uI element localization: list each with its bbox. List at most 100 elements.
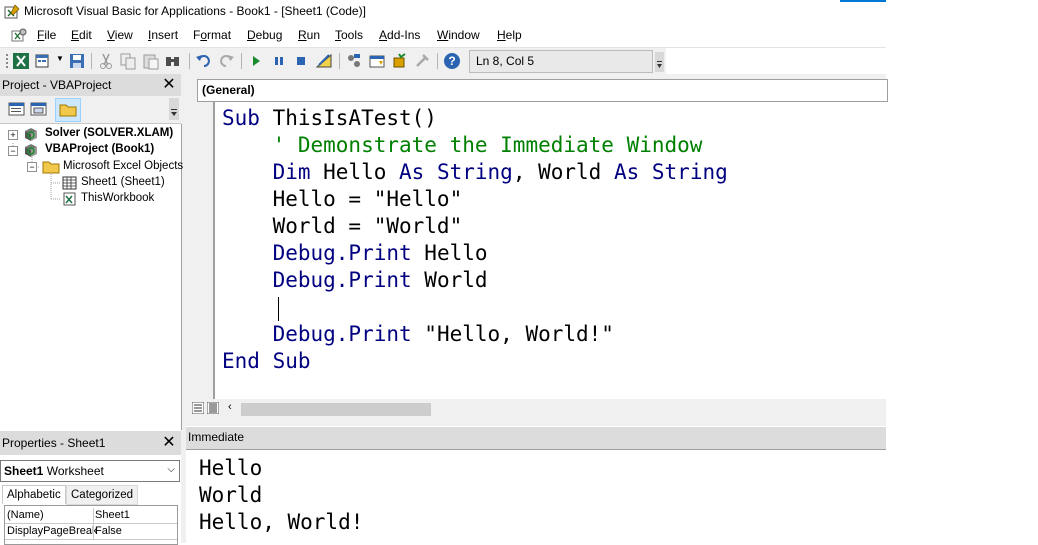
toolbox-icon[interactable]	[414, 52, 432, 70]
tree-item-vbaproject[interactable]: VBAProject (Book1)	[45, 143, 154, 155]
code-text: Hello = "Hello"	[222, 187, 463, 211]
toolbar-separator	[91, 53, 92, 69]
project-pane-title: Project - VBAProject	[2, 78, 112, 92]
property-name: (Name)	[7, 509, 44, 521]
title-bar: Microsoft Visual Basic for Applications …	[0, 0, 886, 24]
reset-icon[interactable]	[292, 52, 310, 70]
immediate-pane-header: Immediate	[186, 427, 886, 449]
code-text: Hello	[323, 160, 400, 184]
expand-solver-icon[interactable]: +	[8, 130, 18, 140]
save-icon[interactable]	[68, 52, 86, 70]
code-line: End Sub	[222, 348, 311, 375]
properties-object-select-value: Sheet1 Worksheet	[4, 464, 104, 478]
toolbar-grip-icon[interactable]	[4, 52, 10, 70]
text-caret	[278, 297, 279, 321]
menu-debug[interactable]: Debug	[247, 28, 282, 42]
insert-module-icon[interactable]	[34, 52, 52, 70]
property-name: DisplayPageBreak	[7, 525, 98, 537]
vba-project-icon	[25, 128, 37, 141]
project-tree: + Solver (SOLVER.XLAM) − VBAProject (Boo…	[0, 124, 183, 430]
collapse-vbaproject-icon[interactable]: −	[8, 146, 18, 156]
menu-bar: File Edit View Insert Format Debug Run T…	[0, 24, 886, 48]
toolbar-separator	[339, 53, 340, 69]
help-icon[interactable]: ?	[443, 52, 461, 70]
project-explorer-icon[interactable]	[345, 52, 363, 70]
view-code-icon[interactable]	[8, 101, 26, 117]
menu-run[interactable]: Run	[298, 28, 320, 42]
menu-tools[interactable]: Tools	[335, 28, 363, 42]
immediate-output-line: Hello	[199, 456, 263, 480]
properties-pane-title: Properties - Sheet1	[2, 436, 106, 450]
property-row[interactable]: (Name) Sheet1	[5, 508, 177, 524]
object-browser-icon[interactable]	[391, 52, 409, 70]
menu-file[interactable]: File	[37, 28, 56, 42]
properties-object-select[interactable]: Sheet1 Worksheet ⌵	[0, 460, 180, 482]
code-line: Hello = "Hello"	[222, 186, 463, 213]
copy-icon[interactable]	[119, 52, 137, 70]
tree-item-solver[interactable]: Solver (SOLVER.XLAM)	[45, 127, 173, 139]
object-select-value: (General)	[202, 83, 255, 97]
insert-dropdown-arrow-icon[interactable]: ▼	[56, 54, 64, 63]
code-keyword: As String	[613, 160, 728, 184]
design-mode-icon[interactable]	[315, 52, 333, 70]
immediate-output-line: Hello, World!	[199, 510, 364, 534]
view-excel-icon[interactable]	[12, 52, 30, 70]
find-icon[interactable]	[164, 52, 182, 70]
code-text: "Hello, World!"	[411, 322, 614, 346]
property-row[interactable]: DisplayPageBreak False	[5, 524, 177, 540]
tab-alphabetic[interactable]: Alphabetic	[2, 485, 66, 504]
collapse-excel-objects-icon[interactable]: −	[27, 162, 37, 172]
toolbar-separator	[241, 53, 242, 69]
property-value[interactable]: Sheet1	[95, 509, 130, 521]
cursor-position-readout: Ln 8, Col 5	[469, 50, 653, 73]
code-text: , World	[512, 160, 614, 184]
menu-add-ins[interactable]: Add-Ins	[379, 28, 420, 42]
vba-project-icon	[25, 144, 37, 157]
toggle-folders-button[interactable]	[55, 98, 81, 122]
tree-item-sheet1[interactable]: Sheet1 (Sheet1)	[81, 176, 165, 188]
full-module-view-icon[interactable]	[207, 402, 219, 414]
view-object-icon[interactable]	[30, 101, 48, 117]
toolbar-overflow-icon[interactable]	[169, 98, 179, 120]
code-text: World = "World"	[222, 214, 463, 238]
run-icon[interactable]	[247, 52, 265, 70]
menu-window[interactable]: Window	[437, 28, 480, 42]
code-keyword: Debug.Print	[272, 322, 412, 346]
menu-insert[interactable]: Insert	[148, 28, 178, 42]
project-pane-toolbar	[0, 96, 181, 124]
scroll-left-icon[interactable]: ‹	[228, 401, 232, 413]
toolbar-separator	[189, 53, 190, 69]
cut-icon[interactable]	[97, 52, 115, 70]
undo-icon[interactable]	[195, 52, 213, 70]
vba-menu-icon[interactable]	[10, 27, 28, 44]
properties-grid: (Name) Sheet1 DisplayPageBreak False	[4, 505, 178, 545]
cursor-position-text: Ln 8, Col 5	[476, 54, 535, 68]
code-line: Dim Hello As String, World As String	[222, 159, 728, 186]
break-icon[interactable]	[270, 52, 288, 70]
tree-item-thisworkbook[interactable]: ThisWorkbook	[81, 192, 154, 204]
tree-item-excel-objects[interactable]: Microsoft Excel Objects	[63, 160, 183, 172]
paste-icon[interactable]	[142, 52, 160, 70]
menu-edit[interactable]: Edit	[71, 28, 92, 42]
properties-pane-header: Properties - Sheet1 ✕	[0, 431, 181, 455]
code-comment: ' Demonstrate the Immediate Window	[272, 133, 703, 157]
menu-help[interactable]: Help	[497, 28, 522, 42]
close-icon[interactable]: ✕	[161, 77, 177, 93]
close-icon[interactable]: ✕	[161, 435, 177, 451]
toolbar-overflow-icon[interactable]	[655, 52, 664, 72]
code-keyword: As String	[399, 160, 513, 184]
window-accent-bar	[840, 0, 886, 2]
object-select[interactable]: (General)	[197, 79, 888, 102]
menu-format[interactable]: Format	[193, 28, 231, 42]
redo-icon[interactable]	[217, 52, 235, 70]
properties-icon[interactable]	[368, 52, 386, 70]
property-value[interactable]: False	[95, 525, 122, 537]
procedure-view-icon[interactable]	[192, 402, 204, 414]
code-line: ' Demonstrate the Immediate Window	[222, 132, 703, 159]
menu-view[interactable]: View	[107, 28, 133, 42]
horizontal-scrollbar-thumb[interactable]	[241, 403, 431, 416]
tab-categorized[interactable]: Categorized	[66, 485, 139, 505]
workbook-icon	[63, 192, 76, 206]
